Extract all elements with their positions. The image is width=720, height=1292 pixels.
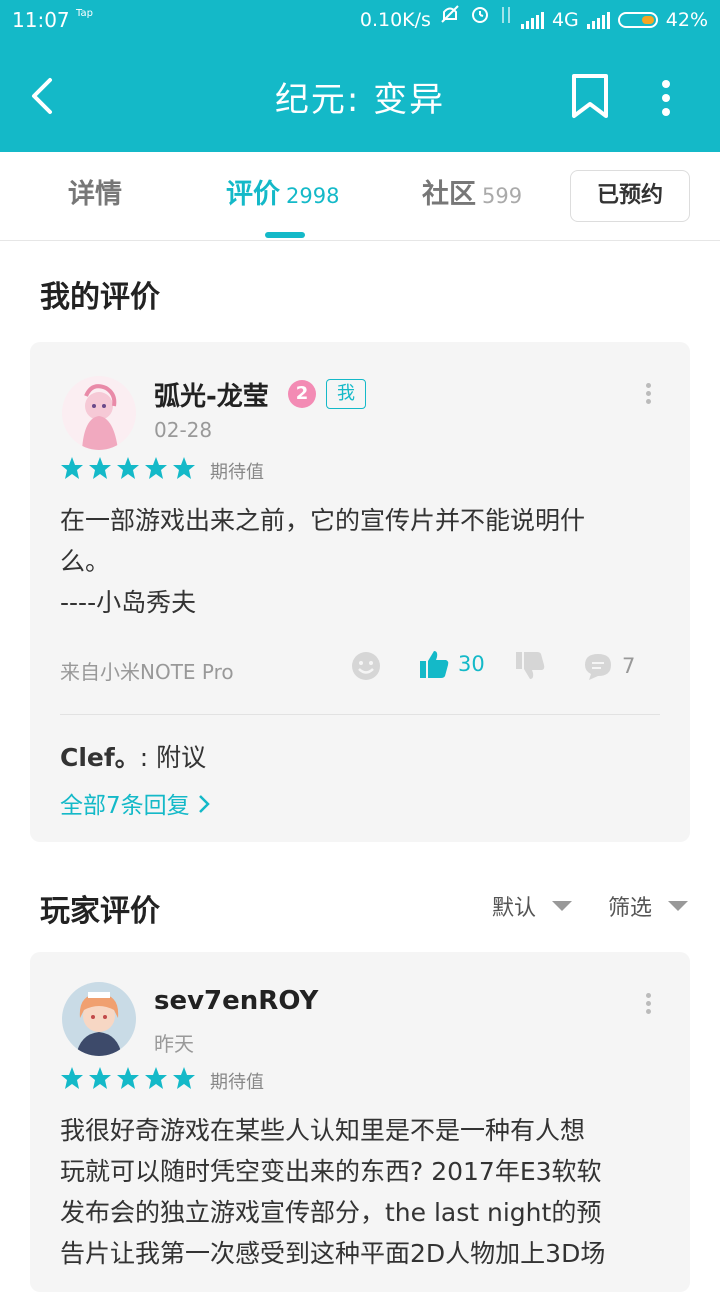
- star-icon: [89, 457, 111, 479]
- level-badge: 2: [288, 380, 316, 408]
- back-button[interactable]: [20, 70, 68, 122]
- filter-dropdown[interactable]: 筛选: [608, 890, 689, 922]
- my-review-card: 弧光-龙莹 2 我 02-28 期待值 在一部游戏出来之前，它的宣传片并不能说明…: [30, 342, 690, 842]
- smiley-icon: [352, 652, 380, 680]
- star-icon: [61, 457, 83, 479]
- review-options-button[interactable]: [638, 380, 658, 410]
- star-icon: [117, 457, 139, 479]
- tab-count: 2998: [286, 184, 340, 208]
- more-options-button[interactable]: [650, 76, 682, 120]
- sort-label: 默认: [492, 896, 537, 921]
- thumbs-up-icon: [420, 651, 449, 678]
- status-tap-label: Tap: [76, 8, 93, 19]
- tab-label: 评价: [226, 179, 280, 210]
- chevron-left-icon: [32, 78, 52, 114]
- star-icon: [145, 1067, 167, 1089]
- star-icon: [173, 1067, 195, 1089]
- star-icon: [145, 457, 167, 479]
- bookmark-button[interactable]: [568, 72, 612, 122]
- username[interactable]: 弧光-龙莹: [154, 376, 269, 413]
- all-replies-label: 全部7条回复: [60, 793, 190, 819]
- star-rating: [60, 456, 196, 480]
- thumbs-down-icon: [516, 652, 545, 679]
- my-review-title: 我的评价: [40, 280, 160, 315]
- player-reviews-title: 玩家评价: [40, 894, 160, 929]
- review-options-button[interactable]: [638, 990, 658, 1020]
- tab-label: 详情: [68, 179, 122, 210]
- battery-icon: [617, 12, 658, 28]
- battery-percent: 42%: [665, 9, 708, 31]
- reply-author: Clef。: [60, 743, 140, 772]
- star-icon: [89, 1067, 111, 1089]
- rating-label: 期待值: [210, 1072, 264, 1093]
- like-button[interactable]: 30: [418, 648, 485, 680]
- comment-button[interactable]: 7: [582, 650, 635, 682]
- mute-icon: [439, 0, 461, 40]
- avatar[interactable]: [62, 376, 136, 450]
- reply-text: : 附议: [139, 743, 207, 772]
- top-bar: 11:07 Tap 0.10K/s 4G 42% 纪元: 变异: [0, 0, 720, 152]
- username[interactable]: sev7enROY: [154, 986, 318, 1016]
- emoji-react-button[interactable]: [350, 650, 382, 682]
- tab-bar: 详情 评价 2998 社区 599 已预约: [0, 152, 720, 241]
- avatar[interactable]: [62, 982, 136, 1056]
- review-date: 02-28: [154, 418, 213, 442]
- comment-count: 7: [622, 654, 636, 678]
- tab-community[interactable]: 社区 599: [422, 152, 522, 240]
- all-replies-link[interactable]: 全部7条回复: [60, 786, 211, 820]
- tab-label: 社区: [422, 179, 476, 210]
- reserved-button[interactable]: 已预约: [570, 170, 690, 222]
- review-text[interactable]: 在一部游戏出来之前，它的宣传片并不能说明什 么。 ----小岛秀夫: [60, 500, 660, 623]
- chevron-right-icon: [199, 795, 210, 813]
- reply-preview[interactable]: Clef。: 附议: [60, 738, 206, 774]
- signal-icon-secondary: [586, 11, 610, 29]
- star-icon: [173, 457, 195, 479]
- filter-label: 筛选: [608, 896, 653, 921]
- star-rating: [60, 1066, 196, 1090]
- tab-reviews[interactable]: 评价 2998: [226, 152, 339, 240]
- status-right: 0.10K/s 4G 42%: [360, 0, 708, 40]
- sort-dropdown[interactable]: 默认: [492, 890, 573, 922]
- tab-count: 599: [482, 184, 523, 208]
- dropdown-caret-icon: [552, 901, 573, 911]
- page-title: 纪元: 变异: [274, 80, 446, 120]
- tab-details[interactable]: 详情: [68, 152, 122, 240]
- alarm-icon: [469, 0, 491, 40]
- star-icon: [117, 1067, 139, 1089]
- app-header: 纪元: 变异: [0, 40, 720, 152]
- network-type: 4G: [551, 9, 579, 31]
- bookmark-icon: [572, 74, 608, 118]
- dropdown-caret-icon: [668, 901, 689, 911]
- active-tab-indicator: [265, 232, 305, 238]
- status-time: 11:07: [12, 8, 70, 32]
- signal-icon: [520, 11, 544, 29]
- divider: [60, 714, 660, 715]
- review-date: 昨天: [154, 1032, 194, 1056]
- network-speed: 0.10K/s: [359, 9, 431, 31]
- review-text[interactable]: 我很好奇游戏在某些人认知里是不是一种有人想 玩就可以随时凭空变出来的东西? 20…: [60, 1110, 680, 1274]
- me-badge: 我: [326, 379, 366, 409]
- data-transfer-icon: [499, 0, 513, 40]
- kebab-menu-icon: [662, 80, 670, 116]
- player-review-card: sev7enROY 昨天 期待值 我很好奇游戏在某些人认知里是不是一种有人想 玩…: [30, 952, 690, 1292]
- star-icon: [61, 1067, 83, 1089]
- rating-label: 期待值: [210, 462, 264, 483]
- device-label: 来自小米NOTE Pro: [60, 660, 234, 684]
- dislike-button[interactable]: [514, 650, 546, 682]
- status-bar: 11:07 Tap 0.10K/s 4G 42%: [0, 0, 720, 40]
- like-count: 30: [458, 652, 485, 676]
- comment-icon: [585, 654, 611, 680]
